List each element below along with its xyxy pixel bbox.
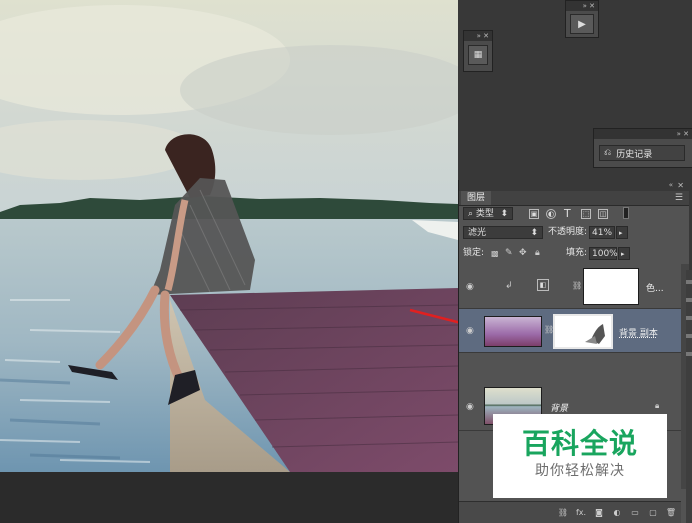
- link-layers-icon[interactable]: ⛓: [557, 508, 569, 518]
- filter-kind-value: 类型: [475, 209, 494, 219]
- filter-kind-select[interactable]: ⌕ 类型 ⬍: [463, 207, 513, 220]
- fill-label: 填充:: [566, 248, 588, 258]
- type-filter-icon[interactable]: T: [564, 207, 571, 220]
- blend-mode-value: 滤光: [468, 228, 487, 238]
- canvas-photo: [0, 0, 458, 472]
- lock-icon: 🔒︎: [655, 401, 660, 410]
- tool-icon[interactable]: [686, 280, 692, 284]
- layer-name[interactable]: 背景: [550, 401, 568, 414]
- close-icon[interactable]: ✕: [677, 180, 684, 191]
- history-label: 历史记录: [616, 149, 653, 160]
- layers-tab-row: 图层 ☰: [459, 191, 689, 206]
- layer-thumbnail[interactable]: [484, 316, 542, 347]
- collapsed-panel-group: » ✕ ▦: [463, 30, 493, 72]
- chevron-down-icon: ⬍: [500, 209, 508, 219]
- layer-mask-thumbnail[interactable]: [583, 268, 639, 305]
- tab-layers[interactable]: 图层: [461, 191, 492, 205]
- trash-icon[interactable]: 🗑︎: [665, 508, 677, 518]
- tool-icon[interactable]: [686, 298, 692, 302]
- layer-name[interactable]: 色...: [646, 281, 664, 294]
- new-layer-icon[interactable]: ▢: [647, 508, 659, 518]
- visibility-eye-icon[interactable]: ◉: [466, 326, 476, 336]
- status-bar: [0, 472, 458, 523]
- panel-collapse-controls[interactable]: » ✕: [464, 31, 492, 41]
- collapse-icon[interactable]: «: [669, 180, 673, 191]
- watermark-title: 百科全说: [521, 427, 638, 460]
- layers-footer-toolbar: ⛓ fx. ◙ ◐ ▭ ▢ 🗑︎: [459, 501, 681, 523]
- panel-collapse-controls[interactable]: » ✕: [594, 129, 692, 139]
- fill-dropdown-button[interactable]: ▸: [618, 247, 630, 260]
- panel-icon-button[interactable]: ▦: [468, 45, 488, 65]
- tool-icon[interactable]: [686, 316, 692, 320]
- smart-object-filter-icon[interactable]: ◫: [598, 209, 608, 219]
- link-icon: ⛓: [572, 281, 583, 290]
- opacity-dropdown-button[interactable]: ▸: [616, 226, 628, 239]
- watermark-subtitle: 助你轻松解决: [535, 463, 625, 479]
- lock-all-icon[interactable]: 🔒︎: [535, 248, 540, 258]
- pixel-filter-icon[interactable]: ▣: [529, 209, 539, 219]
- layers-panel-title-bar[interactable]: « ✕: [459, 180, 689, 191]
- lock-label: 锁定:: [463, 248, 485, 258]
- visibility-eye-icon[interactable]: ◉: [466, 402, 476, 412]
- play-icon: ▶: [578, 18, 586, 30]
- lock-brush-icon[interactable]: ✎: [505, 248, 513, 258]
- new-adjustment-icon[interactable]: ◐: [611, 508, 623, 518]
- opacity-label: 不透明度:: [548, 227, 588, 237]
- search-icon: ⌕: [468, 209, 474, 219]
- blend-mode-select[interactable]: 滤光 ⬍: [463, 226, 543, 239]
- chevron-down-icon: ⬍: [530, 228, 538, 238]
- lock-transparent-icon[interactable]: ▩: [491, 249, 499, 258]
- fill-value: 100%: [592, 249, 618, 259]
- history-panel-group: » ✕ ⎌ 历史记录: [593, 128, 692, 168]
- opacity-input[interactable]: 41%: [589, 226, 615, 239]
- tool-icon[interactable]: [686, 334, 692, 338]
- layer-row-active[interactable]: ◉ ⛓ 背景 副本: [459, 309, 681, 353]
- right-tool-strip: [686, 270, 692, 523]
- adjustment-layer-icon: ◧: [537, 279, 549, 291]
- layer-row[interactable]: ◉ ↲ ◧ ⛓ 色...: [459, 265, 681, 309]
- document-canvas[interactable]: [0, 0, 458, 472]
- history-panel-button[interactable]: ⎌ 历史记录: [599, 145, 685, 161]
- lock-move-icon[interactable]: ✥: [519, 248, 527, 258]
- grid-icon: ▦: [473, 50, 483, 60]
- adjustment-filter-icon[interactable]: ◐: [546, 209, 556, 219]
- shape-filter-icon[interactable]: ⬚: [581, 209, 591, 219]
- clipping-mask-icon: ↲: [505, 281, 513, 291]
- panel-collapse-controls[interactable]: » ✕: [566, 1, 598, 11]
- panel-menu-icon[interactable]: ☰: [675, 191, 683, 205]
- actions-panel-group: » ✕ ▶: [565, 0, 599, 38]
- history-icon: ⎌: [604, 148, 612, 158]
- play-action-button[interactable]: ▶: [570, 14, 594, 34]
- layer-style-button[interactable]: fx.: [575, 508, 587, 518]
- visibility-eye-icon[interactable]: ◉: [466, 282, 476, 292]
- filter-toggle-switch[interactable]: [623, 207, 629, 219]
- layer-name[interactable]: 背景 副本: [619, 326, 658, 339]
- mask-preview: [585, 324, 605, 344]
- add-mask-icon[interactable]: ◙: [593, 508, 605, 518]
- watermark-badge: 百科全说 助你轻松解决: [493, 414, 667, 498]
- tool-icon[interactable]: [686, 352, 692, 356]
- fill-input[interactable]: 100%: [589, 247, 618, 260]
- opacity-value: 41%: [592, 228, 613, 238]
- new-group-icon[interactable]: ▭: [629, 508, 641, 518]
- layer-mask-thumbnail[interactable]: [553, 314, 613, 349]
